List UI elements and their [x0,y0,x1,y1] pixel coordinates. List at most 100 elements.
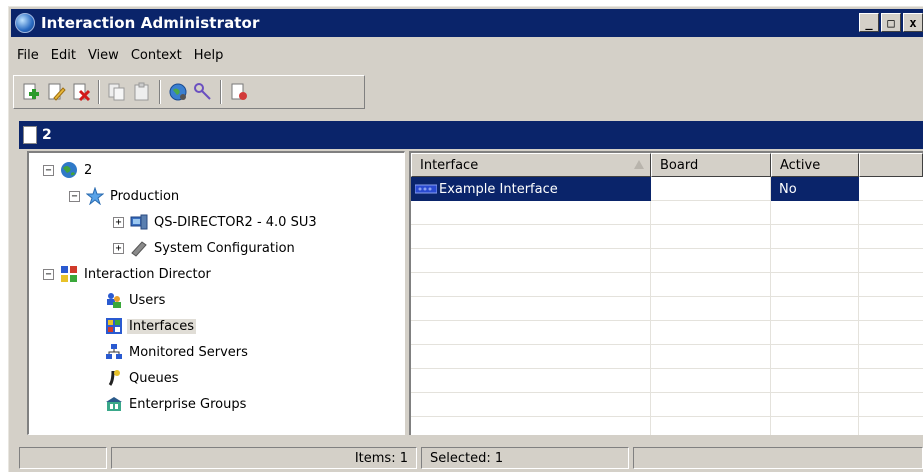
globe-icon[interactable] [167,81,189,103]
interfaces-icon [105,317,123,335]
grid-line [411,416,923,417]
menu-bar: File Edit View Context Help [11,43,229,67]
toolbar-separator [159,80,161,104]
tree-item-queues[interactable]: Queues [105,367,180,389]
tree-label: Queues [129,370,179,386]
tree-label: Users [129,292,166,308]
tree-item-interfaces[interactable]: Interfaces [105,315,196,337]
tree-item-production[interactable]: − Production [69,185,181,207]
cell-board [651,177,771,201]
maximize-button[interactable]: □ [881,13,901,32]
queue-icon [105,369,123,387]
menu-view[interactable]: View [82,48,125,63]
column-header-filler [859,153,923,177]
delete-icon[interactable] [70,81,92,103]
column-header-interface[interactable]: Interface [411,153,651,177]
sort-ascending-icon [634,160,644,169]
minimize-button[interactable]: _ [859,13,879,32]
window-title: Interaction Administrator [41,14,260,32]
tree-label: Interaction Director [84,266,211,282]
grid-line [411,368,923,369]
menu-file[interactable]: File [11,48,45,63]
tree-label: Enterprise Groups [129,396,247,412]
globe-app-icon [15,13,35,33]
grid-line [411,224,923,225]
tree-item-server[interactable]: + QS-DIRECTOR2 - 4.0 SU3 [113,211,319,233]
grid-line [411,392,923,393]
status-panel [19,447,107,469]
tree-label: Monitored Servers [129,344,248,360]
status-selected-count: Selected: 1 [421,447,629,469]
collapse-toggle[interactable]: − [43,268,54,280]
menu-edit[interactable]: Edit [45,48,82,63]
grid-line [858,177,859,435]
status-text: Items: 1 [354,450,408,466]
column-header-board[interactable]: Board [651,153,771,177]
tree-label: Production [110,188,180,204]
interface-icon [415,184,437,194]
document-title: 2 [42,127,52,143]
grid-line [411,272,923,273]
title-bar[interactable]: Interaction Administrator _ □ x [11,9,923,37]
tree-item-users[interactable]: Users [105,289,167,311]
menu-context[interactable]: Context [125,48,188,63]
tree-item-root[interactable]: − 2 [43,159,94,181]
server-icon [130,213,148,231]
document-icon [23,126,37,144]
tree-pane[interactable]: − 2 − Production + QS-DIRECTOR2 - 4.0 SU… [27,151,405,435]
network-icon [105,343,123,361]
list-grid [411,177,923,435]
tree-item-interaction-director[interactable]: − Interaction Director [43,263,213,285]
cell-active: No [771,177,859,201]
status-bar: Items: 1 Selected: 1 [19,447,923,471]
grid-line [411,320,923,321]
menu-help[interactable]: Help [188,48,230,63]
tree-item-monitored-servers[interactable]: Monitored Servers [105,341,250,363]
tree-label: Interfaces [127,318,196,334]
expand-toggle[interactable]: + [113,216,124,228]
report-icon[interactable] [228,81,250,103]
tools-icon [130,239,148,257]
toolbar-separator [98,80,100,104]
users-icon [105,291,123,309]
key-icon[interactable] [192,81,214,103]
grid-line [411,248,923,249]
list-header: Interface Board Active [411,153,923,177]
column-header-active[interactable]: Active [771,153,859,177]
director-icon [60,265,78,283]
column-header-label: Board [660,157,699,173]
app-window: Interaction Administrator _ □ x File Edi… [8,6,923,472]
column-header-label: Active [780,157,821,173]
tree-item-system-configuration[interactable]: + System Configuration [113,237,297,259]
collapse-toggle[interactable]: − [43,164,54,176]
table-row[interactable]: Example Interface No [411,177,859,201]
toolbar [13,75,365,109]
list-pane[interactable]: Interface Board Active Example Interface… [409,151,923,435]
collapse-toggle[interactable]: − [69,190,80,202]
paste-icon[interactable] [131,81,153,103]
cell-text: No [779,181,797,197]
close-button[interactable]: x [903,13,923,32]
building-icon [105,395,123,413]
tree-label: System Configuration [154,240,295,256]
grid-line [770,177,771,435]
cell-text: Example Interface [439,181,558,197]
status-text: Selected: 1 [430,450,504,466]
grid-line [411,296,923,297]
copy-icon[interactable] [106,81,128,103]
tree-label: 2 [84,162,93,178]
cell-interface: Example Interface [411,177,651,201]
star-icon [86,187,104,205]
grid-line [650,177,651,435]
tree-label: QS-DIRECTOR2 - 4.0 SU3 [154,214,317,230]
edit-icon[interactable] [45,81,67,103]
globe-icon [60,161,78,179]
status-panel [633,447,923,469]
column-header-label: Interface [420,157,479,173]
expand-toggle[interactable]: + [113,242,124,254]
new-icon[interactable] [20,81,42,103]
tree-item-enterprise-groups[interactable]: Enterprise Groups [105,393,248,415]
status-items-count: Items: 1 [111,447,417,469]
toolbar-separator [220,80,222,104]
grid-line [411,344,923,345]
